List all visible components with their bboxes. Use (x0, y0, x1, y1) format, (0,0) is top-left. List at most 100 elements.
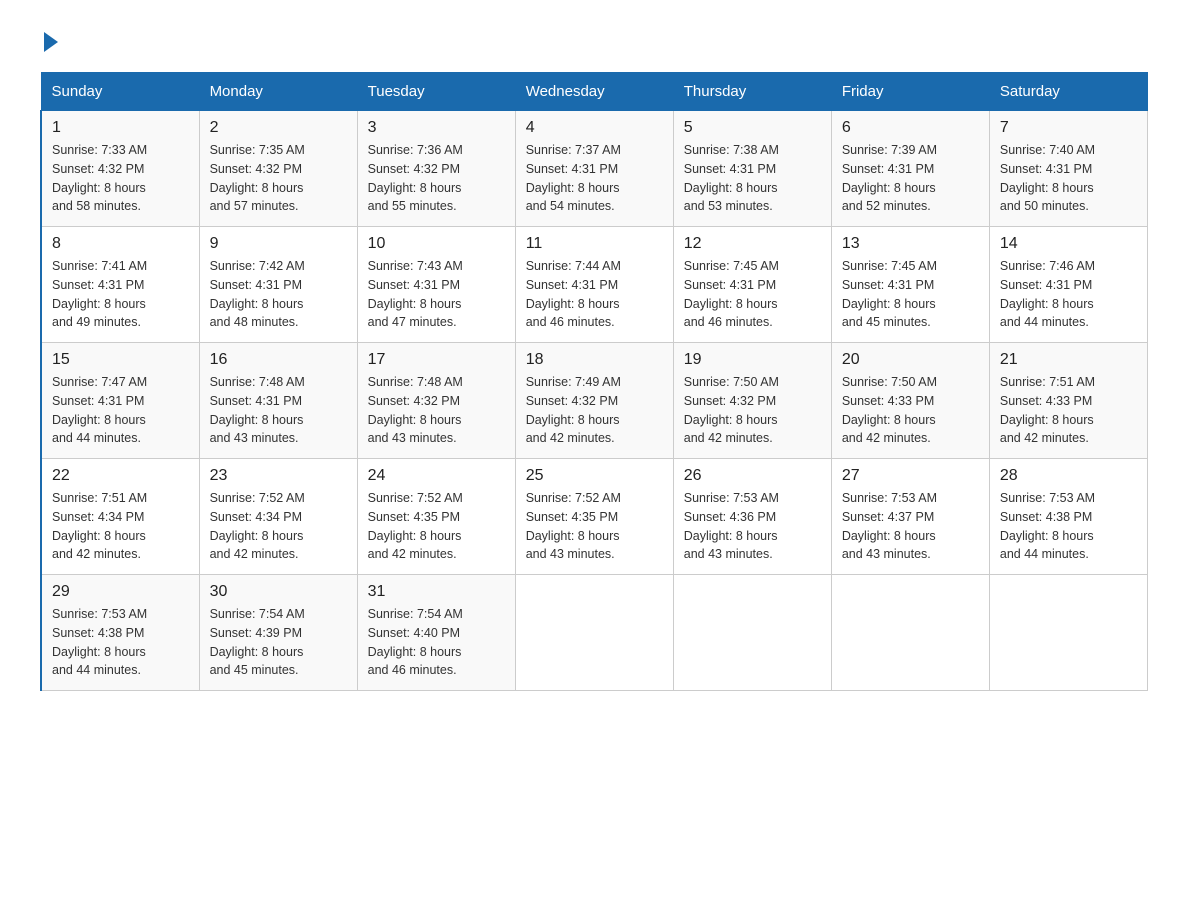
day-info: Sunrise: 7:50 AM Sunset: 4:33 PM Dayligh… (842, 373, 979, 448)
day-number: 30 (210, 583, 347, 601)
header-saturday: Saturday (989, 73, 1147, 111)
calendar-cell: 31 Sunrise: 7:54 AM Sunset: 4:40 PM Dayl… (357, 575, 515, 691)
day-number: 18 (526, 351, 663, 369)
day-number: 26 (684, 467, 821, 485)
day-info: Sunrise: 7:44 AM Sunset: 4:31 PM Dayligh… (526, 257, 663, 332)
calendar-cell: 1 Sunrise: 7:33 AM Sunset: 4:32 PM Dayli… (41, 111, 199, 227)
calendar-cell: 20 Sunrise: 7:50 AM Sunset: 4:33 PM Dayl… (831, 343, 989, 459)
calendar-cell: 22 Sunrise: 7:51 AM Sunset: 4:34 PM Dayl… (41, 459, 199, 575)
day-number: 15 (52, 351, 189, 369)
header-wednesday: Wednesday (515, 73, 673, 111)
calendar-cell: 29 Sunrise: 7:53 AM Sunset: 4:38 PM Dayl… (41, 575, 199, 691)
week-row-3: 15 Sunrise: 7:47 AM Sunset: 4:31 PM Dayl… (41, 343, 1148, 459)
day-info: Sunrise: 7:50 AM Sunset: 4:32 PM Dayligh… (684, 373, 821, 448)
day-info: Sunrise: 7:33 AM Sunset: 4:32 PM Dayligh… (52, 141, 189, 216)
header-row: SundayMondayTuesdayWednesdayThursdayFrid… (41, 73, 1148, 111)
day-number: 4 (526, 119, 663, 137)
day-number: 1 (52, 119, 189, 137)
logo-arrow-icon (44, 32, 58, 52)
calendar-cell: 2 Sunrise: 7:35 AM Sunset: 4:32 PM Dayli… (199, 111, 357, 227)
week-row-1: 1 Sunrise: 7:33 AM Sunset: 4:32 PM Dayli… (41, 111, 1148, 227)
calendar-cell: 18 Sunrise: 7:49 AM Sunset: 4:32 PM Dayl… (515, 343, 673, 459)
calendar-cell: 27 Sunrise: 7:53 AM Sunset: 4:37 PM Dayl… (831, 459, 989, 575)
logo (40, 30, 58, 52)
day-info: Sunrise: 7:53 AM Sunset: 4:37 PM Dayligh… (842, 489, 979, 564)
day-number: 25 (526, 467, 663, 485)
week-row-5: 29 Sunrise: 7:53 AM Sunset: 4:38 PM Dayl… (41, 575, 1148, 691)
day-info: Sunrise: 7:45 AM Sunset: 4:31 PM Dayligh… (684, 257, 821, 332)
day-number: 9 (210, 235, 347, 253)
calendar-cell: 12 Sunrise: 7:45 AM Sunset: 4:31 PM Dayl… (673, 227, 831, 343)
page-header (40, 30, 1148, 52)
calendar-cell: 6 Sunrise: 7:39 AM Sunset: 4:31 PM Dayli… (831, 111, 989, 227)
day-number: 13 (842, 235, 979, 253)
day-info: Sunrise: 7:51 AM Sunset: 4:33 PM Dayligh… (1000, 373, 1137, 448)
header-thursday: Thursday (673, 73, 831, 111)
day-info: Sunrise: 7:45 AM Sunset: 4:31 PM Dayligh… (842, 257, 979, 332)
day-number: 16 (210, 351, 347, 369)
calendar-cell: 11 Sunrise: 7:44 AM Sunset: 4:31 PM Dayl… (515, 227, 673, 343)
day-number: 28 (1000, 467, 1137, 485)
day-info: Sunrise: 7:35 AM Sunset: 4:32 PM Dayligh… (210, 141, 347, 216)
day-info: Sunrise: 7:39 AM Sunset: 4:31 PM Dayligh… (842, 141, 979, 216)
day-number: 7 (1000, 119, 1137, 137)
calendar-cell: 10 Sunrise: 7:43 AM Sunset: 4:31 PM Dayl… (357, 227, 515, 343)
day-info: Sunrise: 7:52 AM Sunset: 4:34 PM Dayligh… (210, 489, 347, 564)
calendar-table: SundayMondayTuesdayWednesdayThursdayFrid… (40, 72, 1148, 691)
calendar-cell (673, 575, 831, 691)
calendar-cell: 25 Sunrise: 7:52 AM Sunset: 4:35 PM Dayl… (515, 459, 673, 575)
calendar-cell: 15 Sunrise: 7:47 AM Sunset: 4:31 PM Dayl… (41, 343, 199, 459)
day-info: Sunrise: 7:47 AM Sunset: 4:31 PM Dayligh… (52, 373, 189, 448)
calendar-cell: 8 Sunrise: 7:41 AM Sunset: 4:31 PM Dayli… (41, 227, 199, 343)
day-info: Sunrise: 7:43 AM Sunset: 4:31 PM Dayligh… (368, 257, 505, 332)
day-info: Sunrise: 7:51 AM Sunset: 4:34 PM Dayligh… (52, 489, 189, 564)
day-number: 17 (368, 351, 505, 369)
week-row-4: 22 Sunrise: 7:51 AM Sunset: 4:34 PM Dayl… (41, 459, 1148, 575)
day-number: 11 (526, 235, 663, 253)
day-info: Sunrise: 7:49 AM Sunset: 4:32 PM Dayligh… (526, 373, 663, 448)
calendar-cell: 30 Sunrise: 7:54 AM Sunset: 4:39 PM Dayl… (199, 575, 357, 691)
day-number: 24 (368, 467, 505, 485)
calendar-cell: 4 Sunrise: 7:37 AM Sunset: 4:31 PM Dayli… (515, 111, 673, 227)
day-info: Sunrise: 7:48 AM Sunset: 4:32 PM Dayligh… (368, 373, 505, 448)
day-info: Sunrise: 7:53 AM Sunset: 4:38 PM Dayligh… (52, 605, 189, 680)
day-number: 10 (368, 235, 505, 253)
day-info: Sunrise: 7:53 AM Sunset: 4:36 PM Dayligh… (684, 489, 821, 564)
calendar-cell: 28 Sunrise: 7:53 AM Sunset: 4:38 PM Dayl… (989, 459, 1147, 575)
day-number: 14 (1000, 235, 1137, 253)
day-number: 20 (842, 351, 979, 369)
day-info: Sunrise: 7:46 AM Sunset: 4:31 PM Dayligh… (1000, 257, 1137, 332)
day-number: 23 (210, 467, 347, 485)
calendar-cell (989, 575, 1147, 691)
day-info: Sunrise: 7:52 AM Sunset: 4:35 PM Dayligh… (368, 489, 505, 564)
day-number: 21 (1000, 351, 1137, 369)
day-info: Sunrise: 7:41 AM Sunset: 4:31 PM Dayligh… (52, 257, 189, 332)
calendar-cell: 24 Sunrise: 7:52 AM Sunset: 4:35 PM Dayl… (357, 459, 515, 575)
day-number: 19 (684, 351, 821, 369)
day-info: Sunrise: 7:54 AM Sunset: 4:40 PM Dayligh… (368, 605, 505, 680)
day-number: 31 (368, 583, 505, 601)
day-info: Sunrise: 7:42 AM Sunset: 4:31 PM Dayligh… (210, 257, 347, 332)
day-number: 8 (52, 235, 189, 253)
day-info: Sunrise: 7:52 AM Sunset: 4:35 PM Dayligh… (526, 489, 663, 564)
header-friday: Friday (831, 73, 989, 111)
calendar-cell (515, 575, 673, 691)
calendar-cell: 9 Sunrise: 7:42 AM Sunset: 4:31 PM Dayli… (199, 227, 357, 343)
day-number: 3 (368, 119, 505, 137)
calendar-cell (831, 575, 989, 691)
day-info: Sunrise: 7:37 AM Sunset: 4:31 PM Dayligh… (526, 141, 663, 216)
header-tuesday: Tuesday (357, 73, 515, 111)
day-info: Sunrise: 7:40 AM Sunset: 4:31 PM Dayligh… (1000, 141, 1137, 216)
header-monday: Monday (199, 73, 357, 111)
day-number: 22 (52, 467, 189, 485)
day-number: 6 (842, 119, 979, 137)
day-number: 27 (842, 467, 979, 485)
day-info: Sunrise: 7:36 AM Sunset: 4:32 PM Dayligh… (368, 141, 505, 216)
calendar-cell: 16 Sunrise: 7:48 AM Sunset: 4:31 PM Dayl… (199, 343, 357, 459)
day-info: Sunrise: 7:38 AM Sunset: 4:31 PM Dayligh… (684, 141, 821, 216)
calendar-cell: 19 Sunrise: 7:50 AM Sunset: 4:32 PM Dayl… (673, 343, 831, 459)
calendar-cell: 17 Sunrise: 7:48 AM Sunset: 4:32 PM Dayl… (357, 343, 515, 459)
day-info: Sunrise: 7:54 AM Sunset: 4:39 PM Dayligh… (210, 605, 347, 680)
day-number: 5 (684, 119, 821, 137)
week-row-2: 8 Sunrise: 7:41 AM Sunset: 4:31 PM Dayli… (41, 227, 1148, 343)
